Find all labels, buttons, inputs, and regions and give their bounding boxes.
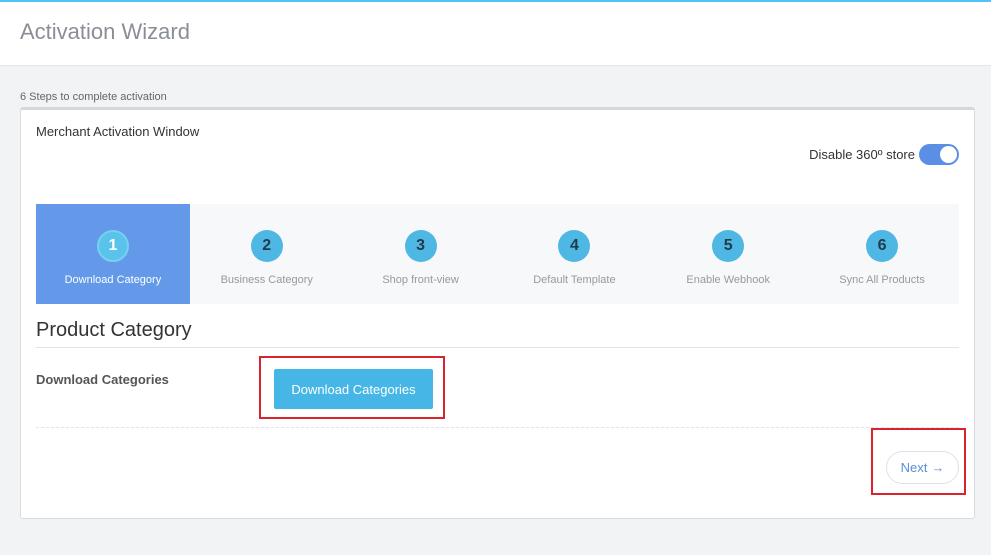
step-business-category[interactable]: 2 Business Category (190, 204, 344, 304)
step-label: Default Template (533, 274, 616, 286)
step-number: 4 (558, 230, 591, 262)
steps-note: 6 Steps to complete activation (20, 91, 167, 103)
section-title: Product Category (36, 319, 192, 341)
step-number: 2 (250, 230, 283, 262)
step-label: Download Category (64, 274, 162, 286)
step-default-template[interactable]: 4 Default Template (497, 204, 651, 304)
wizard-stepper: 1 Download Category 2 Business Category … (36, 204, 959, 304)
step-number: 6 (866, 230, 899, 262)
step-number: 1 (96, 230, 129, 262)
toggle-knob (940, 146, 957, 163)
step-number: 5 (712, 230, 745, 262)
wizard-card: Merchant Activation Window Disable 360º … (20, 107, 975, 519)
step-label: Business Category (220, 274, 313, 286)
footer-divider (36, 427, 959, 428)
page-header: Activation Wizard (0, 2, 991, 66)
download-categories-button[interactable]: Download Categories (274, 369, 433, 409)
store-toggle-group: Disable 360º store (809, 144, 959, 165)
arrow-right-icon: → (931, 460, 945, 475)
step-enable-webhook[interactable]: 5 Enable Webhook (651, 204, 805, 304)
step-shop-front-view[interactable]: 3 Shop front-view (344, 204, 498, 304)
step-sync-all-products[interactable]: 6 Sync All Products (805, 204, 959, 304)
card-title: Merchant Activation Window (36, 124, 200, 139)
disable-store-toggle[interactable] (919, 144, 959, 165)
step-label: Shop front-view (382, 274, 459, 286)
section-divider (36, 347, 959, 348)
next-button[interactable]: Next → (886, 451, 959, 484)
step-number: 3 (404, 230, 437, 262)
step-download-category[interactable]: 1 Download Category (36, 204, 190, 304)
page-title: Activation Wizard (20, 19, 190, 44)
store-toggle-label: Disable 360º store (809, 147, 915, 162)
step-label: Sync All Products (839, 274, 925, 286)
next-button-label: Next (900, 460, 928, 475)
download-categories-label: Download Categories (36, 372, 169, 387)
step-label: Enable Webhook (686, 274, 771, 286)
